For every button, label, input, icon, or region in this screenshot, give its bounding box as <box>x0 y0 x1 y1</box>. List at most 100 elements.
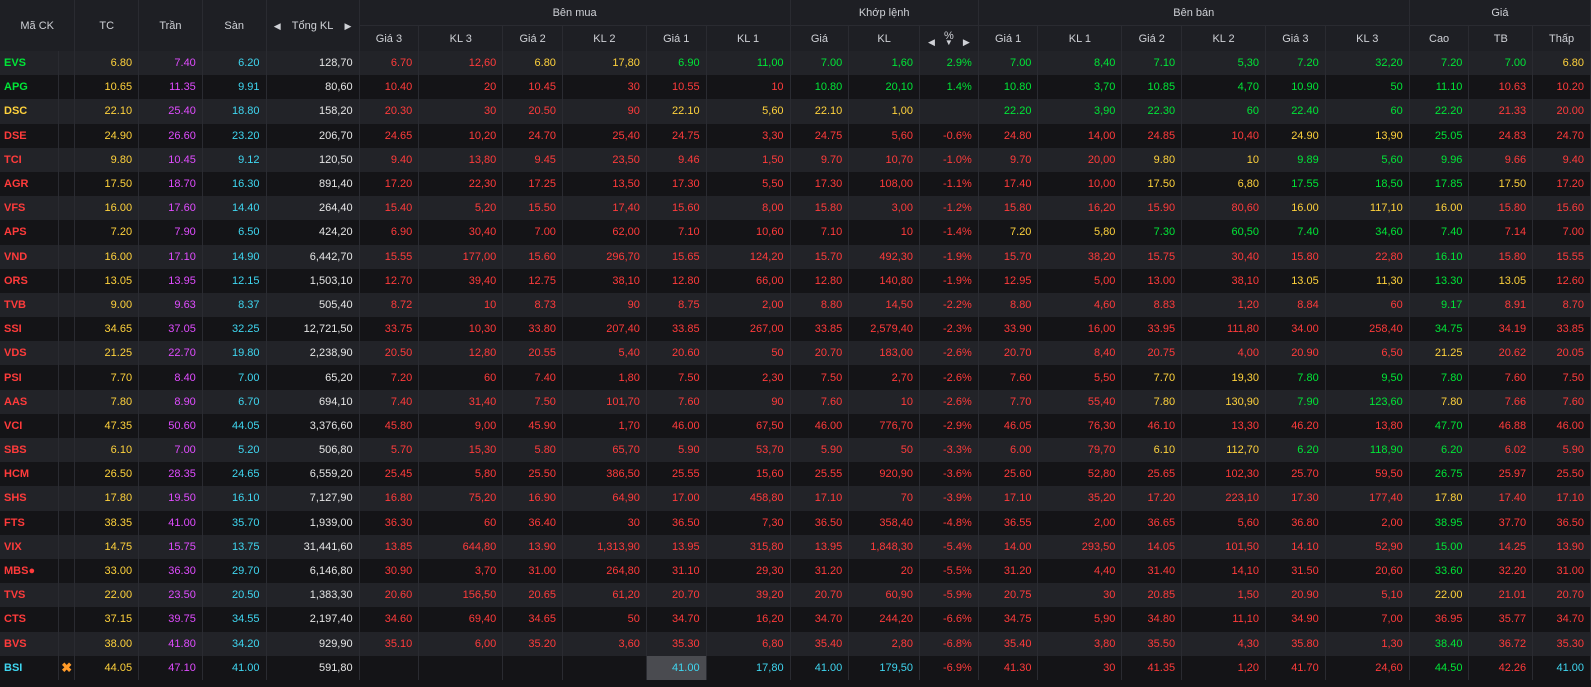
table-row[interactable]: BVS 38.00 41.80 34.20 929,90 35.10 6,00 35.20 3,… <box>0 631 1591 656</box>
buy-price-2-cell: 31.00 <box>502 558 563 584</box>
table-row[interactable]: PSI 7.70 8.40 7.00 65,20 7.20 60 7.40 1,80 7.50 2,… <box>0 365 1591 390</box>
close-icon[interactable]: ✖ <box>61 660 72 675</box>
sell-vol-2-cell: 10 <box>1181 147 1267 172</box>
table-row[interactable]: AGR 17.50 18.70 16.30 891,40 17.20 22,30 17.25 1… <box>0 171 1591 197</box>
col-sell-price-1[interactable]: Giá 1 <box>978 25 1039 51</box>
col-match-percent[interactable]: ◀ % ▼ ▶ <box>919 25 979 51</box>
sell-price-2-cell: 24.85 <box>1121 123 1183 148</box>
sort-down-icon[interactable]: ▼ <box>944 38 954 46</box>
floor-price-cell: 18.80 <box>202 99 267 124</box>
col-ceil[interactable]: Trần <box>138 0 203 51</box>
sell-price-3-cell: 34.90 <box>1265 607 1326 632</box>
table-row[interactable]: TVB 9.00 9.63 8.37 505,40 8.72 10 8.73 90 8.75 2,0… <box>0 292 1591 318</box>
col-buy-price-2[interactable]: Giá 2 <box>502 25 563 51</box>
table-row[interactable]: SSI 34.65 37.05 32.25 12,721,50 33.75 10,30 33.… <box>0 317 1591 342</box>
col-symbol[interactable]: Mã CK <box>0 0 76 51</box>
table-row[interactable]: AAS 7.80 8.90 6.70 694,10 7.40 31,40 7.50 101,70… <box>0 389 1591 414</box>
table-row[interactable]: VFS 16.00 17.60 14.40 264,40 15.40 5,20 15.50 17… <box>0 196 1591 221</box>
chevron-left-icon[interactable]: ◀ <box>928 37 935 47</box>
col-floor[interactable]: Sàn <box>202 0 267 51</box>
table-row[interactable]: APS 7.20 7.90 6.50 424,20 6.90 30,40 7.00 62,00 7… <box>0 220 1591 245</box>
symbol-cell[interactable]: TCI <box>0 147 60 172</box>
col-match-price[interactable]: Giá <box>790 25 850 51</box>
col-ref[interactable]: TC <box>74 0 140 51</box>
sell-vol-2-cell: 1,50 <box>1181 583 1267 608</box>
col-buy-price-3[interactable]: Giá 3 <box>359 25 420 51</box>
buy-price-3-cell: 35.10 <box>359 631 420 656</box>
symbol-cell[interactable]: VND <box>0 244 60 269</box>
col-sell-vol-3[interactable]: KL 3 <box>1325 25 1410 51</box>
table-row[interactable]: DSC 22.10 25.40 18.80 158,20 20.30 30 20.50 90 22… <box>0 99 1591 124</box>
table-row[interactable]: ORS 13.05 13.95 12.15 1,503,10 12.70 39,40 12.7… <box>0 268 1591 293</box>
col-buy-vol-3[interactable]: KL 3 <box>418 25 504 51</box>
table-row[interactable]: HCM 26.50 28.35 24.65 6,559,20 25.45 5,80 25.50… <box>0 462 1591 487</box>
table-row[interactable]: MBS● 33.00 36.30 29.70 6,146,80 30.90 3,70 31.0… <box>0 558 1591 584</box>
chevron-right-icon[interactable]: ▶ <box>344 21 351 31</box>
symbol-cell[interactable]: AAS <box>0 389 60 414</box>
table-row[interactable]: EVS 6.80 7.40 6.20 128,70 6.70 12,60 6.80 17,80 6… <box>0 51 1591 76</box>
col-average[interactable]: TB <box>1468 25 1534 51</box>
sell-price-1-cell: 22.20 <box>978 99 1039 124</box>
table-row[interactable]: DSE 24.90 26.60 23.20 206,70 24.65 10,20 24.70 2… <box>0 123 1591 148</box>
col-sell-price-2[interactable]: Giá 2 <box>1121 25 1183 51</box>
col-buy-vol-1[interactable]: KL 1 <box>706 25 791 51</box>
low-price-cell: 7.60 <box>1532 389 1591 414</box>
symbol-cell[interactable]: VCI <box>0 413 60 438</box>
table-row[interactable]: FTS 38.35 41.00 35.70 1,939,00 36.30 60 36.40 30… <box>0 510 1591 535</box>
symbol-cell[interactable]: SBS <box>0 438 60 463</box>
table-row[interactable]: CTS 37.15 39.75 34.55 2,197,40 34.60 69,40 34.6… <box>0 607 1591 632</box>
symbol-cell[interactable]: TVS <box>0 583 60 608</box>
symbol-cell[interactable]: AGR <box>0 171 60 197</box>
buy-price-2-cell: 9.45 <box>502 147 563 172</box>
table-row[interactable]: SHS 17.80 19.50 16.10 7,127,90 16.80 75,20 16.9… <box>0 486 1591 511</box>
sell-vol-2-cell: 6,80 <box>1181 171 1267 197</box>
symbol-cell[interactable]: SSI <box>0 317 60 342</box>
match-volume-cell: 1,00 <box>848 99 921 124</box>
symbol-cell[interactable]: EVS <box>0 51 60 76</box>
col-buy-vol-2[interactable]: KL 2 <box>562 25 647 51</box>
match-percent-cell: -4.8% <box>919 510 979 535</box>
col-buy-price-1[interactable]: Giá 1 <box>646 25 707 51</box>
col-sell-vol-2[interactable]: KL 2 <box>1181 25 1267 51</box>
symbol-cell[interactable]: FTS <box>0 510 60 535</box>
avg-price-cell: 34.19 <box>1468 317 1534 342</box>
symbol-cell[interactable]: CTS <box>0 607 60 632</box>
symbol-cell[interactable]: SHS <box>0 486 60 511</box>
table-row[interactable]: BSI ✖ 44.05 47.10 41.00 591,80 41.00 17,80 41.00… <box>0 655 1591 680</box>
col-match-volume[interactable]: KL <box>848 25 921 51</box>
symbol-cell[interactable]: DSE <box>0 123 60 148</box>
table-row[interactable]: VCI 47.35 50.60 44.05 3,376,60 45.80 9,00 45.90… <box>0 413 1591 438</box>
symbol-cell[interactable]: VIX <box>0 534 60 559</box>
symbol-cell[interactable]: BVS <box>0 631 60 656</box>
chevron-left-icon[interactable]: ◀ <box>274 21 281 31</box>
buy-price-2-cell: 13.90 <box>502 534 563 559</box>
symbol-cell[interactable]: HCM <box>0 462 60 487</box>
symbol-cell[interactable]: DSC <box>0 99 60 124</box>
table-row[interactable]: VND 16.00 17.10 14.90 6,442,70 15.55 177,00 15.… <box>0 244 1591 269</box>
table-row[interactable]: VIX 14.75 15.75 13.75 31,441,60 13.85 644,80 13… <box>0 534 1591 559</box>
ceil-price-cell: 41.80 <box>138 631 203 656</box>
symbol-cell[interactable]: TVB <box>0 292 60 318</box>
sell-price-2-cell: 7.70 <box>1121 365 1183 390</box>
table-row[interactable]: SBS 6.10 7.00 5.20 506,80 5.70 15,30 5.80 65,70 5… <box>0 438 1591 463</box>
symbol-cell[interactable]: BSI <box>0 655 60 680</box>
symbol-cell[interactable]: VFS <box>0 196 60 221</box>
table-row[interactable]: VDS 21.25 22.70 19.80 2,238,90 20.50 12,80 20.5… <box>0 341 1591 366</box>
col-low[interactable]: Thấp <box>1532 25 1591 51</box>
table-row[interactable]: TCI 9.80 10.45 9.12 120,50 9.40 13,80 9.45 23,50… <box>0 147 1591 172</box>
symbol-cell[interactable]: ORS <box>0 268 60 293</box>
chevron-right-icon[interactable]: ▶ <box>963 37 970 47</box>
symbol-cell[interactable]: APS <box>0 220 60 245</box>
col-total-volume[interactable]: ◀ Tổng KL ▶ <box>266 0 360 51</box>
col-high[interactable]: Cao <box>1409 25 1470 51</box>
sell-price-2-cell: 41.35 <box>1121 655 1183 680</box>
col-sell-vol-1[interactable]: KL 1 <box>1037 25 1123 51</box>
symbol-cell[interactable]: APG <box>0 75 60 100</box>
symbol-cell[interactable]: PSI <box>0 365 60 390</box>
col-sell-price-3[interactable]: Giá 3 <box>1265 25 1326 51</box>
symbol-cell[interactable]: MBS● <box>0 558 60 584</box>
table-row[interactable]: APG 10.65 11.35 9.91 80,60 10.40 20 10.45 30 10.5… <box>0 75 1591 100</box>
table-row[interactable]: TVS 22.00 23.50 20.50 1,383,30 20.60 156,50 20.… <box>0 583 1591 608</box>
symbol-cell[interactable]: VDS <box>0 341 60 366</box>
low-price-cell: 7.00 <box>1532 220 1591 245</box>
